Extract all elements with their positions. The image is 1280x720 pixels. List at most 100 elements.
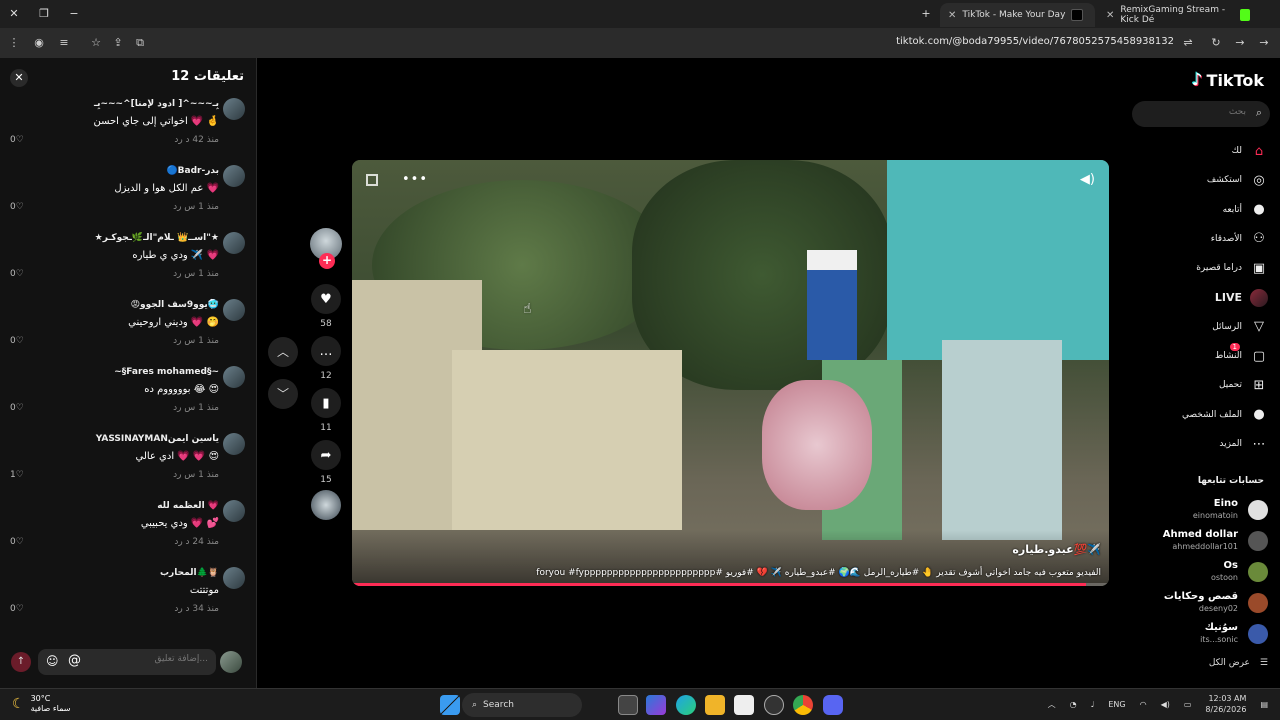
commenter-avatar[interactable] <box>223 433 245 455</box>
sidebar-item-friends[interactable]: الأصدقاء ⚇ <box>1132 228 1268 250</box>
commenter-avatar[interactable] <box>223 500 245 522</box>
tiktok-logo[interactable]: ♪ TikTok <box>1192 70 1264 90</box>
heart-icon[interactable]: ♥ <box>311 284 341 314</box>
following-account[interactable]: Os ostoon <box>1132 558 1268 584</box>
commenter-name[interactable]: 😡يوو9سف الجوو🥶 <box>131 300 219 310</box>
microphone-icon[interactable]: ♩ <box>1091 700 1095 709</box>
comment-like[interactable]: 0♡ <box>10 336 24 346</box>
sidebar-item-live[interactable]: LIVE <box>1132 287 1268 309</box>
follow-button[interactable]: + <box>319 253 335 269</box>
commenter-name[interactable]: ~§Fares mohamed§~ <box>114 367 219 377</box>
next-video-button[interactable]: ﹀ <box>268 379 298 409</box>
share-action[interactable]: ➦ 15 <box>306 440 346 485</box>
comment-meta[interactable]: منذ 1 س رد <box>173 336 219 346</box>
commenter-avatar[interactable] <box>223 232 245 254</box>
account-icon[interactable]: ◉ <box>31 35 47 51</box>
taskbar-search[interactable]: ⌕ Search <box>462 693 582 717</box>
reading-list-icon[interactable]: ≡ <box>56 35 72 51</box>
search-icon[interactable]: ⌕ <box>1256 106 1262 120</box>
comment-like[interactable]: 0♡ <box>10 403 24 413</box>
comment-like[interactable]: 0♡ <box>10 537 24 547</box>
search-input[interactable] <box>1146 107 1246 117</box>
account-avatar[interactable] <box>1248 531 1268 551</box>
sidebar-item-drama[interactable]: دراما قصيرة ▣ <box>1132 257 1268 279</box>
account-avatar[interactable] <box>1248 562 1268 582</box>
commenter-name[interactable]: بِـ~~~^[ ادود لإمنا]^~~~بِـ <box>94 99 219 109</box>
edge-icon[interactable] <box>676 695 696 715</box>
comment-like[interactable]: 1♡ <box>10 470 24 480</box>
tab-close-icon[interactable]: ✕ <box>1106 10 1114 21</box>
heart-outline-icon[interactable]: ♡ <box>16 202 24 212</box>
sidebar-item-home[interactable]: لك ⌂ <box>1132 140 1268 162</box>
following-account[interactable]: Ahmed dollar ahmeddollar101 <box>1132 527 1268 553</box>
like-action[interactable]: ♥ 58 <box>306 284 346 329</box>
site-settings-icon[interactable]: ⇌ <box>1180 35 1196 51</box>
windows-start-icon[interactable] <box>440 695 460 715</box>
following-account[interactable]: سوُنيك its...sonic <box>1132 620 1268 646</box>
sidebar-item-activity[interactable]: 1 النشاط ▢ <box>1132 343 1268 367</box>
sound-disc[interactable] <box>306 490 346 520</box>
comment-like[interactable]: 0♡ <box>10 269 24 279</box>
commenter-avatar[interactable] <box>223 366 245 388</box>
comment-meta[interactable]: منذ 1 س رد <box>173 470 219 480</box>
previous-video-button[interactable]: ︿ <box>268 337 298 367</box>
comment-like[interactable]: 0♡ <box>10 604 24 614</box>
sidebar-item-upload[interactable]: تحميل ⊞ <box>1132 374 1268 396</box>
video-progress-bar[interactable] <box>352 583 1109 586</box>
expand-icon[interactable] <box>366 174 378 186</box>
url-field[interactable]: tiktok.com/@boda79955/video/767805257545… <box>896 36 1174 47</box>
bookmark-icon[interactable]: ▮ <box>311 388 341 418</box>
more-options-icon[interactable]: ••• <box>402 172 428 187</box>
wifi-icon[interactable]: ◠ <box>1140 700 1147 709</box>
comment-like[interactable]: 0♡ <box>10 135 24 145</box>
comment-like[interactable]: 0♡ <box>10 202 24 212</box>
heart-outline-icon[interactable]: ♡ <box>16 336 24 346</box>
new-tab-icon[interactable]: + <box>918 6 934 22</box>
heart-outline-icon[interactable]: ♡ <box>16 537 24 547</box>
notifications-icon[interactable]: ▤ <box>1260 700 1268 709</box>
account-avatar[interactable] <box>1248 500 1268 520</box>
mention-icon[interactable]: @ <box>68 653 81 668</box>
forward-icon[interactable]: → <box>1232 35 1248 51</box>
language-indicator[interactable]: ENG <box>1108 700 1125 709</box>
tab-close-icon[interactable]: ✕ <box>948 10 956 21</box>
tab-kick[interactable]: ✕ RemixGaming Stream - Kick Dé <box>1098 3 1258 27</box>
comment-input-box[interactable]: ☺ @ <box>38 649 216 675</box>
sidebar-item-compass[interactable]: استكشف ◎ <box>1132 169 1268 191</box>
heart-outline-icon[interactable]: ♡ <box>16 470 24 480</box>
bookmark-star-icon[interactable]: ☆ <box>88 35 104 51</box>
share-arrow-icon[interactable]: ➦ <box>311 440 341 470</box>
comment-meta[interactable]: منذ 24 د رد <box>174 537 219 547</box>
search-box[interactable]: ⌕ <box>1132 101 1270 127</box>
see-all-button[interactable]: عرض الكل ☰ <box>1209 658 1268 668</box>
account-avatar[interactable] <box>1248 593 1268 613</box>
store-icon[interactable] <box>734 695 754 715</box>
comment-meta[interactable]: منذ 1 س رد <box>173 202 219 212</box>
tab-tiktok[interactable]: ✕ TikTok - Make Your Day <box>940 3 1095 27</box>
discord-icon[interactable] <box>823 695 843 715</box>
sidebar-item-following[interactable]: أتابعه ● <box>1132 199 1268 221</box>
sidebar-item-messages[interactable]: الرسائل ▽ <box>1132 316 1268 338</box>
sidebar-item-profile[interactable]: الملف الشخصي ● <box>1132 404 1268 426</box>
close-comments-button[interactable]: ✕ <box>10 69 28 87</box>
sidebar-item-more[interactable]: المزيد ⋯ <box>1132 433 1268 455</box>
comment-meta[interactable]: منذ 34 د رد <box>174 604 219 614</box>
following-account[interactable]: قصص وحكايات deseny02 <box>1132 589 1268 615</box>
settings-gear-icon[interactable] <box>764 695 784 715</box>
commenter-avatar[interactable] <box>223 567 245 589</box>
clock[interactable]: 12:03 AM 8/26/2026 <box>1205 693 1246 715</box>
window-close-icon[interactable]: ✕ <box>6 6 22 22</box>
heart-outline-icon[interactable]: ♡ <box>16 269 24 279</box>
comment-meta[interactable]: منذ 1 س رد <box>173 403 219 413</box>
heart-outline-icon[interactable]: ♡ <box>16 403 24 413</box>
commenter-name[interactable]: YASSINAYMANياسين ايمن <box>96 434 219 444</box>
chrome-icon[interactable] <box>793 695 813 715</box>
commenter-avatar[interactable] <box>223 299 245 321</box>
reload-icon[interactable]: ↻ <box>1208 35 1224 51</box>
following-account[interactable]: Eino einomatoin <box>1132 496 1268 522</box>
account-avatar[interactable] <box>1248 624 1268 644</box>
comment-input[interactable] <box>108 654 208 664</box>
back-icon[interactable]: → <box>1256 35 1272 51</box>
commenter-name[interactable]: 🔵Badr-بدر <box>166 166 219 176</box>
heart-outline-icon[interactable]: ♡ <box>16 604 24 614</box>
